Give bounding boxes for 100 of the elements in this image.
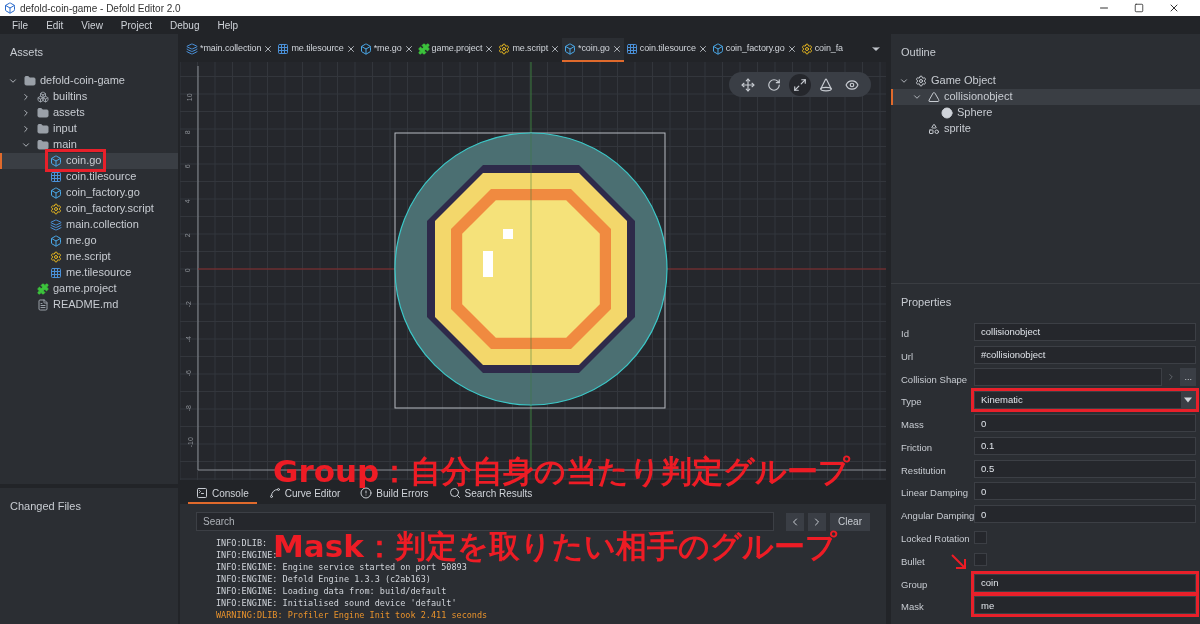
- property-field[interactable]: me: [974, 596, 1196, 615]
- tree-label: game.project: [53, 281, 117, 297]
- previous-button[interactable]: [786, 512, 805, 531]
- console-line: INFO:ENGINE: Loading data from: build/default: [216, 585, 447, 597]
- tab-label: coin.tilesource: [639, 42, 696, 56]
- grid-icon: [50, 266, 62, 279]
- dropdown-value: Kinematic: [981, 393, 1024, 408]
- editor-tab[interactable]: coin_fa: [798, 38, 845, 62]
- tree-item[interactable]: README.md: [0, 296, 178, 313]
- scale-tool-button[interactable]: [789, 73, 811, 96]
- property-label: Id: [901, 327, 909, 339]
- tree-item[interactable]: coin_factory.go: [0, 184, 178, 201]
- menu-item[interactable]: Help: [217, 17, 239, 33]
- property-label: Restitution: [901, 464, 946, 476]
- tree-item[interactable]: me.tilesource: [0, 264, 178, 281]
- tree-item[interactable]: main.collection: [0, 216, 178, 233]
- tab-label: coin_factory.go: [725, 42, 785, 56]
- property-field[interactable]: collisionobject: [974, 322, 1196, 341]
- property-field[interactable]: coin: [974, 573, 1196, 592]
- folder-icon: [37, 122, 49, 135]
- property-label: Mass: [901, 419, 924, 431]
- tree-item[interactable]: coin_factory.script: [0, 200, 178, 217]
- menu-item[interactable]: View: [81, 17, 103, 33]
- close-icon[interactable]: [263, 44, 274, 54]
- editor-tab[interactable]: me.tilesource: [275, 38, 358, 62]
- close-icon[interactable]: [345, 44, 356, 54]
- maximize-button[interactable]: [1134, 3, 1144, 13]
- editor-tab[interactable]: game.project: [415, 38, 497, 62]
- grid-icon: [277, 43, 290, 55]
- close-icon[interactable]: [786, 44, 797, 54]
- eye-icon: [845, 77, 859, 92]
- property-field[interactable]: 0: [974, 414, 1196, 433]
- move-icon: [741, 77, 755, 92]
- tree-item[interactable]: main: [0, 136, 178, 153]
- type-dropdown[interactable]: Kinematic: [974, 391, 1196, 410]
- editor-tab[interactable]: me.script: [496, 38, 563, 62]
- file-icon: [37, 298, 49, 311]
- clear-button[interactable]: Clear: [830, 512, 870, 531]
- close-button[interactable]: [1168, 2, 1180, 14]
- cube-icon: [50, 186, 62, 199]
- close-icon[interactable]: [697, 44, 708, 54]
- expand-icon[interactable]: [21, 107, 31, 118]
- grid-icon: [50, 170, 62, 183]
- menu-item[interactable]: Edit: [46, 17, 64, 33]
- cube-icon: [564, 43, 577, 55]
- tree-item[interactable]: Sphere: [891, 104, 1200, 121]
- arrow-icon: [950, 553, 968, 571]
- console-line: INFO:ENGINE: Defold Engine 1.3.3 (c2ab163): [216, 573, 431, 585]
- menu-item[interactable]: Debug: [170, 17, 200, 33]
- panel-title: Assets: [9, 45, 44, 60]
- property-field[interactable]: 0.5: [974, 459, 1196, 478]
- property-label: Linear Damping: [901, 487, 969, 499]
- tree-label: Sphere: [957, 105, 993, 121]
- folder-icon: [24, 74, 36, 87]
- browse-button[interactable]: ...: [1180, 368, 1196, 387]
- tree-label: README.md: [53, 297, 119, 313]
- folder-icon: [37, 138, 49, 151]
- tree-item[interactable]: game.project: [0, 280, 178, 297]
- cube-icon: [50, 154, 62, 167]
- property-field[interactable]: 0.1: [974, 436, 1196, 455]
- close-icon[interactable]: [484, 44, 495, 54]
- gear-icon: [915, 74, 927, 87]
- tree-item[interactable]: Game Object: [891, 72, 1200, 89]
- tree-label: assets: [53, 105, 85, 121]
- tree-item[interactable]: me.go: [0, 232, 178, 249]
- resource-field[interactable]: [974, 368, 1163, 387]
- tree-item[interactable]: input: [0, 120, 178, 137]
- editor-tab[interactable]: coin.tilesource: [623, 38, 710, 62]
- tree-item[interactable]: coin.go: [0, 152, 178, 169]
- editor-tab[interactable]: coin_factory.go: [709, 38, 799, 62]
- close-icon[interactable]: [403, 44, 414, 54]
- tree-item[interactable]: builtins: [0, 88, 178, 105]
- tree-item[interactable]: collisionobject: [891, 88, 1200, 105]
- tree-item[interactable]: defold-coin-game: [0, 72, 178, 89]
- search-field[interactable]: Search: [196, 512, 775, 531]
- checkbox[interactable]: [974, 553, 987, 567]
- property-field[interactable]: #collisionobject: [974, 345, 1196, 364]
- property-field[interactable]: 0: [974, 505, 1196, 524]
- close-icon[interactable]: [611, 44, 622, 54]
- tree-item[interactable]: assets: [0, 104, 178, 121]
- tree-item[interactable]: me.script: [0, 248, 178, 265]
- editor-tab[interactable]: *me.go: [357, 38, 416, 62]
- close-icon[interactable]: [550, 44, 561, 54]
- expand-icon[interactable]: [21, 91, 31, 102]
- expand-icon[interactable]: [21, 123, 31, 134]
- editor-tab[interactable]: *coin.go: [562, 38, 624, 62]
- next-button[interactable]: [808, 512, 827, 531]
- tab-label: *me.go: [373, 42, 402, 56]
- shapes-icon: [928, 122, 940, 135]
- property-field[interactable]: 0: [974, 482, 1196, 501]
- tree-label: main: [53, 137, 77, 153]
- menu-item[interactable]: Project: [120, 17, 152, 33]
- tree-item[interactable]: sprite: [891, 120, 1200, 137]
- tree-item[interactable]: coin.tilesource: [0, 168, 178, 185]
- menu-item[interactable]: File: [12, 17, 29, 33]
- editor-tab[interactable]: *main.collection: [184, 38, 276, 62]
- checkbox[interactable]: [974, 530, 987, 544]
- layers-icon: [186, 43, 198, 55]
- tree-label: coin_factory.go: [66, 185, 140, 201]
- console-line: WARNING:DLIB: Profiler Engine Init took 2.411 seconds: [216, 609, 488, 621]
